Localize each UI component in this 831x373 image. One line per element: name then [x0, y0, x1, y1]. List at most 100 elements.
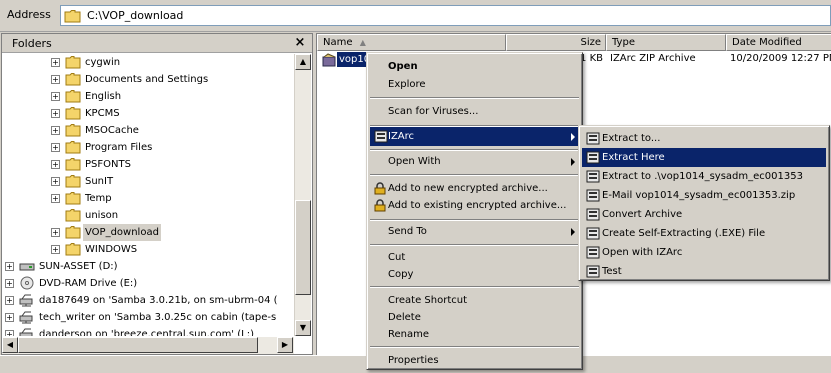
menu-item-copy[interactable]: Copy [370, 265, 579, 284]
expand-icon[interactable]: + [51, 160, 60, 169]
submenu-item-label: Create Self-Extracting (.EXE) File [602, 228, 766, 239]
izarc-icon [586, 170, 600, 183]
scroll-thumb[interactable] [295, 200, 311, 295]
menu-separator [370, 174, 579, 176]
expand-icon[interactable]: + [5, 262, 14, 271]
izarc-icon [586, 189, 600, 202]
menu-item-send-to[interactable]: Send To [370, 222, 579, 241]
expand-icon[interactable]: + [51, 245, 60, 254]
column-name[interactable]: Name ▲ [317, 34, 506, 51]
menu-item-izarc[interactable]: IZArc [370, 127, 579, 146]
expand-icon[interactable]: + [51, 194, 60, 203]
context-menu: Open Explore Scan for Viruses... IZArc O… [366, 52, 583, 370]
address-input[interactable]: C:\VOP_download [60, 5, 831, 26]
tree-item[interactable]: + English [49, 88, 293, 105]
tree-item[interactable]: + SunIT [49, 173, 293, 190]
tree-item[interactable]: + VOP_download [49, 224, 293, 241]
column-name-label: Name [323, 37, 353, 48]
tree-item-label: PSFONTS [85, 159, 131, 170]
expand-icon[interactable]: + [51, 126, 60, 135]
expand-icon[interactable]: + [5, 296, 14, 305]
folders-horizontal-scrollbar[interactable]: ◀ ▶ [2, 337, 294, 354]
folders-vertical-scrollbar[interactable]: ▲ ▼ [294, 54, 311, 336]
submenu-item-label: Test [602, 266, 622, 277]
tree-item-label: unison [85, 210, 119, 221]
menu-item-scan-viruses[interactable]: Scan for Viruses... [370, 102, 579, 121]
submenu-item-create-sfx[interactable]: Create Self-Extracting (.EXE) File [582, 224, 826, 243]
menu-separator [370, 149, 579, 151]
tree-item[interactable]: + da187649 on 'Samba 3.0.21b, on sm-ubrm-… [3, 292, 293, 309]
izarc-icon [586, 265, 600, 278]
column-size[interactable]: Size [506, 34, 606, 51]
scroll-left-button[interactable]: ◀ [2, 337, 18, 353]
drive-icon [19, 263, 35, 271]
menu-item-explore[interactable]: Explore [370, 75, 579, 94]
submenu-item-extract-to-folder[interactable]: Extract to .\vop1014_sysadm_ec001353 [582, 167, 826, 186]
submenu-item-label: Convert Archive [602, 209, 683, 220]
tree-item-label: KPCMS [85, 108, 120, 119]
tree-item[interactable]: + KPCMS [49, 105, 293, 122]
tree-item[interactable]: + WINDOWS [49, 241, 293, 258]
folder-icon [65, 226, 81, 239]
menu-item-add-existing-encrypted[interactable]: Add to existing encrypted archive... [370, 196, 579, 215]
menu-item-rename[interactable]: Rename [370, 325, 579, 344]
submenu-item-extract-to[interactable]: Extract to... [582, 129, 826, 148]
expand-icon[interactable]: + [51, 143, 60, 152]
folder-icon [65, 243, 81, 256]
expand-icon[interactable]: + [51, 177, 60, 186]
tree-item-label: VOP_download [83, 224, 161, 241]
tree-item[interactable]: + Program Files [49, 139, 293, 156]
close-folders-button[interactable]: × [292, 35, 308, 51]
scroll-right-button[interactable]: ▶ [277, 337, 293, 353]
submenu-item-test[interactable]: Test [582, 262, 826, 281]
lock-icon [374, 182, 386, 195]
horizontal-scroll-thumb[interactable] [18, 337, 258, 353]
folder-icon [65, 90, 81, 103]
file-date-modified: 10/20/2009 12:27 PM [730, 53, 831, 64]
submenu-item-email[interactable]: E-Mail vop1014_sysadm_ec001353.zip [582, 186, 826, 205]
tree-item[interactable]: + danderson on 'breeze.central.sun.com' (… [3, 326, 293, 336]
submenu-arrow-icon [571, 228, 575, 236]
column-date-modified[interactable]: Date Modified [726, 34, 831, 51]
expand-icon[interactable]: + [5, 313, 14, 322]
tree-item-label: cygwin [85, 57, 121, 68]
menu-separator [370, 244, 579, 246]
expand-icon[interactable]: + [51, 92, 60, 101]
menu-separator [370, 219, 579, 221]
menu-item-properties[interactable]: Properties [370, 351, 579, 370]
tree-item-label: SUN-ASSET (D:) [39, 261, 118, 272]
tree-item[interactable]: + PSFONTS [49, 156, 293, 173]
expand-icon[interactable]: + [5, 279, 14, 288]
menu-item-open-with[interactable]: Open With [370, 152, 579, 171]
tree-item[interactable]: + Documents and Settings [49, 71, 293, 88]
expand-icon[interactable]: + [51, 228, 60, 237]
submenu-item-label: Extract to .\vop1014_sysadm_ec001353 [602, 171, 803, 182]
tree-item[interactable]: + MSOCache [49, 122, 293, 139]
network-drive-icon [19, 294, 33, 307]
tree-item[interactable]: + tech_writer on 'Samba 3.0.25c on cabin … [3, 309, 293, 326]
tree-item-label: SunIT [85, 176, 114, 187]
folder-icon [64, 10, 81, 23]
scroll-down-button[interactable]: ▼ [295, 320, 311, 336]
tree-item[interactable]: + SUN-ASSET (D:) [3, 258, 293, 275]
dvd-drive-icon [20, 276, 34, 290]
network-drive-icon [19, 311, 33, 324]
izarc-icon [586, 208, 600, 221]
tree-item[interactable]: unison [49, 207, 293, 224]
scroll-up-button[interactable]: ▲ [295, 54, 311, 70]
tree-item[interactable]: + DVD-RAM Drive (E:) [3, 275, 293, 292]
menu-separator [370, 286, 579, 288]
column-type[interactable]: Type [606, 34, 726, 51]
expand-icon[interactable]: + [51, 75, 60, 84]
folder-icon [65, 158, 81, 171]
expand-icon[interactable]: + [51, 58, 60, 67]
submenu-item-open-with-izarc[interactable]: Open with IZArc [582, 243, 826, 262]
tree-item[interactable]: + cygwin [49, 54, 293, 71]
expand-icon[interactable]: + [51, 109, 60, 118]
expand-icon[interactable]: + [5, 330, 14, 336]
submenu-item-extract-here[interactable]: Extract Here [582, 148, 826, 167]
menu-item-open[interactable]: Open [370, 57, 579, 76]
folder-icon [65, 73, 81, 86]
tree-item[interactable]: + Temp [49, 190, 293, 207]
submenu-item-convert[interactable]: Convert Archive [582, 205, 826, 224]
